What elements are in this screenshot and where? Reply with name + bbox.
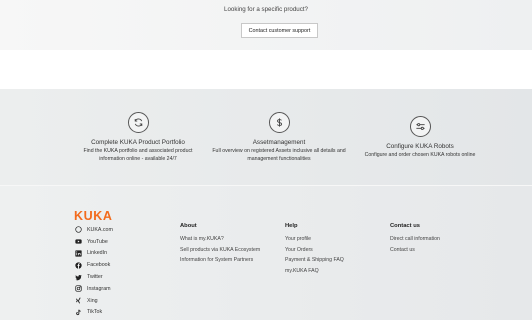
linkedin-icon [75, 250, 82, 257]
social-label: TikTok [87, 309, 103, 316]
feature-description: management functionalities [247, 155, 311, 162]
tiktok-icon [76, 309, 81, 316]
footer-link[interactable]: my.KUKA FAQ [285, 266, 344, 277]
social-link-linkedin[interactable]: LinkedIn [75, 248, 113, 260]
social-link-youtube[interactable]: YouTube [75, 236, 113, 248]
social-label: Instagram [87, 285, 111, 292]
social-label: YouTube [87, 238, 108, 245]
social-label: Xing [87, 297, 98, 304]
globe-icon [75, 226, 82, 234]
footer-link[interactable]: Direct call information [390, 234, 440, 245]
feature-description: information online - available 24/7 [99, 155, 177, 162]
social-label: KUKA.com [87, 226, 113, 233]
feature-title: Assetmanagement [252, 139, 306, 146]
footer-column-contact: Contact us Direct call information Conta… [390, 223, 440, 255]
social-links: KUKA.com YouTube LinkedIn Facebook Twitt… [75, 224, 113, 318]
footer-link[interactable]: Contact us [390, 245, 440, 256]
site-footer: KUKA KUKA.com YouTube LinkedIn Facebook … [0, 186, 532, 320]
youtube-icon [75, 239, 82, 244]
dollar-icon [268, 112, 290, 133]
facebook-icon [75, 262, 82, 269]
refresh-icon [127, 112, 149, 133]
footer-link[interactable]: Payment & Shipping FAQ [285, 255, 344, 266]
spacer-band [0, 50, 532, 89]
social-link-xing[interactable]: Xing [75, 295, 113, 307]
social-link-facebook[interactable]: Facebook [75, 259, 113, 271]
feature-description: Find the KUKA portfolio and associated p… [83, 148, 193, 154]
footer-link[interactable]: What is my.KUKA? [180, 234, 260, 245]
feature-title: Configure KUKA Robots [386, 143, 454, 150]
social-link-kuka-com[interactable]: KUKA.com [75, 224, 113, 236]
social-label: Twitter [87, 274, 103, 281]
footer-link[interactable]: Your Orders [285, 245, 344, 256]
column-heading: Contact us [390, 223, 420, 229]
features-section: Complete KUKA Product Portfolio Find the… [0, 89, 532, 186]
feature-configure-robots[interactable]: Configure KUKA Robots Configure and orde… [354, 116, 486, 160]
footer-link[interactable]: Sell products via KUKA Ecosystem [180, 245, 260, 256]
kuka-logo-text: KUKA [74, 210, 113, 221]
social-label: Facebook [87, 262, 111, 269]
feature-product-portfolio[interactable]: Complete KUKA Product Portfolio Find the… [72, 112, 204, 163]
twitter-icon [75, 274, 82, 280]
feature-description: Configure and order chosen KUKA robots o… [364, 152, 476, 158]
social-label: LinkedIn [87, 250, 108, 257]
support-section: Looking for a specific product? Contact … [0, 0, 532, 50]
footer-column-help: Help Your profile Your Orders Payment & … [285, 223, 344, 276]
sliders-icon [409, 116, 431, 137]
feature-description: Full overview on registered Assets inclu… [212, 148, 346, 154]
support-question: Looking for a specific product? [224, 6, 308, 13]
feature-title: Complete KUKA Product Portfolio [91, 139, 185, 146]
footer-link[interactable]: Your profile [285, 234, 344, 245]
contact-support-button[interactable]: Contact customer support [241, 23, 318, 38]
footer-link[interactable]: Information for System Partners [180, 255, 260, 266]
column-heading: About [180, 223, 197, 229]
column-heading: Help [285, 223, 298, 229]
social-link-twitter[interactable]: Twitter [75, 271, 113, 283]
social-link-instagram[interactable]: Instagram [75, 283, 113, 295]
footer-column-about: About What is my.KUKA? Sell products via… [180, 223, 260, 266]
feature-assetmanagement[interactable]: Assetmanagement Full overview on registe… [205, 112, 353, 163]
xing-icon [76, 297, 81, 304]
instagram-icon [75, 285, 82, 293]
social-link-tiktok[interactable]: TikTok [75, 307, 113, 319]
